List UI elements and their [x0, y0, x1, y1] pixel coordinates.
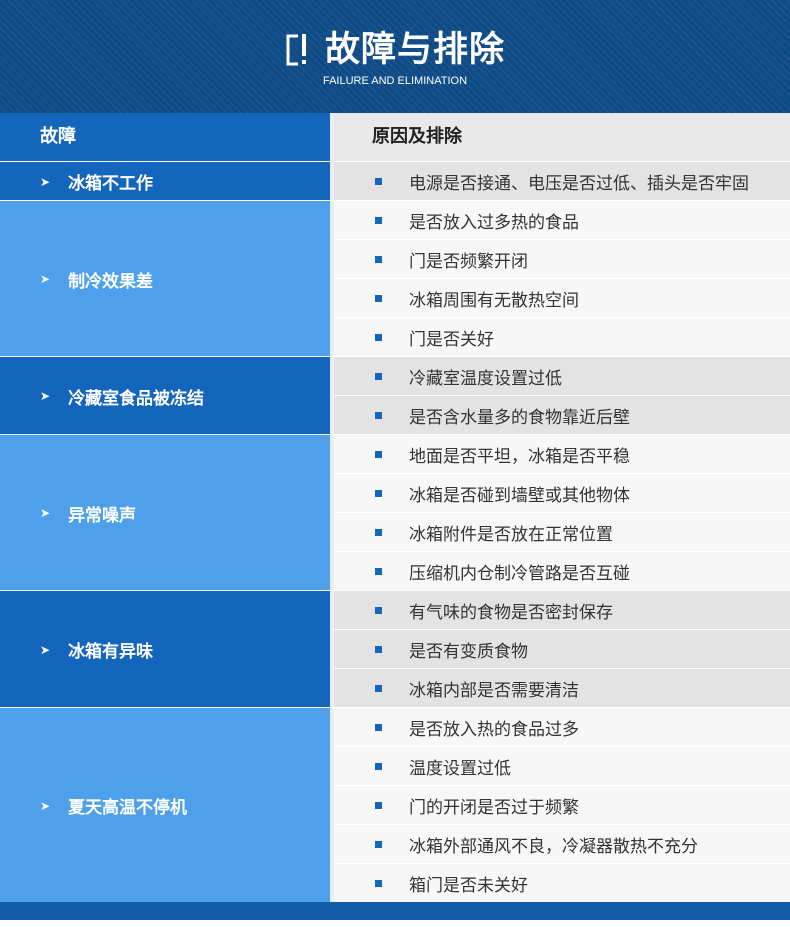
- fault-label: 冷藏室食品被冻结: [68, 388, 205, 409]
- cause-row: 压缩机内仓制冷管路是否互碰: [334, 552, 790, 590]
- title-wrap: 故障与排除: [0, 30, 790, 70]
- cause-text: 是否含水量多的食物靠近后壁: [409, 407, 630, 428]
- arrow-right-icon: ➤: [40, 272, 51, 286]
- cause-text: 门是否关好: [409, 329, 494, 350]
- column-header-fault: 故障: [0, 113, 330, 161]
- page-title: 故障与排除: [324, 30, 505, 70]
- arrow-right-icon: ➤: [40, 506, 51, 520]
- cause-text: 是否放入过多热的食品: [409, 212, 579, 233]
- cause-row: 冰箱附件是否放在正常位置: [334, 513, 790, 551]
- square-bullet-icon: [375, 372, 382, 380]
- cause-row: 是否放入过多热的食品: [334, 201, 790, 239]
- cause-row: 有气味的食物是否密封保存: [334, 591, 790, 629]
- square-bullet-icon: [375, 684, 382, 692]
- cause-text: 冷藏室温度设置过低: [409, 368, 562, 389]
- arrow-right-icon: ➤: [40, 174, 51, 189]
- cause-text: 是否放入热的食品过多: [409, 719, 579, 740]
- page-subtitle: FAILURE AND ELIMINATION: [322, 75, 468, 87]
- cause-text: 有气味的食物是否密封保存: [409, 602, 613, 623]
- fault-cell: ➤ 冷藏室食品被冻结: [0, 357, 330, 435]
- square-bullet-icon: [375, 801, 382, 809]
- fault-label: 冰箱不工作: [68, 174, 154, 194]
- square-bullet-icon: [375, 762, 382, 770]
- cause-row: 是否有变质食物: [334, 630, 790, 668]
- square-bullet-icon: [375, 450, 382, 458]
- cause-text: 冰箱内部是否需要清洁: [409, 680, 579, 701]
- cause-text: 冰箱周围有无散热空间: [409, 290, 579, 311]
- cause-row: 门的开闭是否过于频繁: [334, 786, 790, 824]
- column-header-cause: 原因及排除: [334, 113, 790, 161]
- square-bullet-icon: [375, 567, 382, 575]
- fault-label: 异常噪声: [68, 505, 137, 526]
- fault-label: 冰箱有异味: [68, 642, 154, 662]
- cause-text: 电源是否接通、电压是否过低、插头是否牢固: [409, 173, 749, 194]
- cause-text: 箱门是否未关好: [409, 875, 528, 896]
- cause-row: 是否放入热的食品过多: [334, 708, 790, 746]
- arrow-right-icon: ➤: [40, 389, 51, 403]
- cause-text: 压缩机内仓制冷管路是否互碰: [409, 563, 630, 584]
- footer-bar: [0, 902, 790, 920]
- fault-cell: ➤ 制冷效果差: [0, 201, 330, 357]
- cause-row: 地面是否平坦，冰箱是否平稳: [334, 435, 790, 473]
- square-bullet-icon: [375, 879, 382, 887]
- square-bullet-icon: [375, 333, 382, 341]
- cause-text: 冰箱是否碰到墙壁或其他物体: [409, 485, 630, 506]
- fault-label: 夏天高温不停机: [68, 798, 188, 818]
- cause-row: 冰箱内部是否需要清洁: [334, 669, 790, 707]
- cause-row: 电源是否接通、电压是否过低、插头是否牢固: [334, 162, 790, 200]
- cause-text: 门是否频繁开闭: [409, 251, 528, 272]
- cause-row: 箱门是否未关好: [334, 864, 790, 902]
- cause-text: 冰箱外部通风不良，冷凝器散热不充分: [409, 836, 698, 857]
- fault-cell: ➤ 冰箱有异味: [0, 591, 330, 708]
- cause-row: 冷藏室温度设置过低: [334, 357, 790, 395]
- square-bullet-icon: [375, 489, 382, 497]
- square-bullet-icon: [375, 177, 382, 185]
- square-bullet-icon: [375, 411, 382, 419]
- cause-text: 门的开闭是否过于频繁: [409, 797, 579, 818]
- cause-row: 门是否频繁开闭: [334, 240, 790, 278]
- fault-cell: ➤ 夏天高温不停机: [0, 708, 330, 903]
- cause-row: 温度设置过低: [334, 747, 790, 785]
- exclamation-bracket-icon: [286, 34, 306, 66]
- cause-row: 冰箱周围有无散热空间: [334, 279, 790, 317]
- cause-row: 冰箱外部通风不良，冷凝器散热不充分: [334, 825, 790, 863]
- square-bullet-icon: [375, 606, 382, 614]
- cause-row: 冰箱是否碰到墙壁或其他物体: [334, 474, 790, 512]
- cause-row: 是否含水量多的食物靠近后壁: [334, 396, 790, 434]
- square-bullet-icon: [375, 528, 382, 536]
- fault-cell: ➤ 冰箱不工作: [0, 162, 330, 201]
- square-bullet-icon: [375, 294, 382, 302]
- fault-cell: ➤ 异常噪声: [0, 435, 330, 591]
- cause-row: 门是否关好: [334, 318, 790, 356]
- cause-text: 是否有变质食物: [409, 641, 528, 662]
- square-bullet-icon: [375, 255, 382, 263]
- square-bullet-icon: [375, 723, 382, 731]
- cause-text: 地面是否平坦，冰箱是否平稳: [409, 446, 630, 467]
- arrow-right-icon: ➤: [40, 642, 51, 657]
- cause-text: 冰箱附件是否放在正常位置: [409, 524, 613, 545]
- arrow-right-icon: ➤: [40, 798, 51, 813]
- cause-text: 温度设置过低: [409, 758, 511, 779]
- square-bullet-icon: [375, 840, 382, 848]
- fault-label: 制冷效果差: [68, 271, 154, 292]
- square-bullet-icon: [375, 216, 382, 224]
- square-bullet-icon: [375, 645, 382, 653]
